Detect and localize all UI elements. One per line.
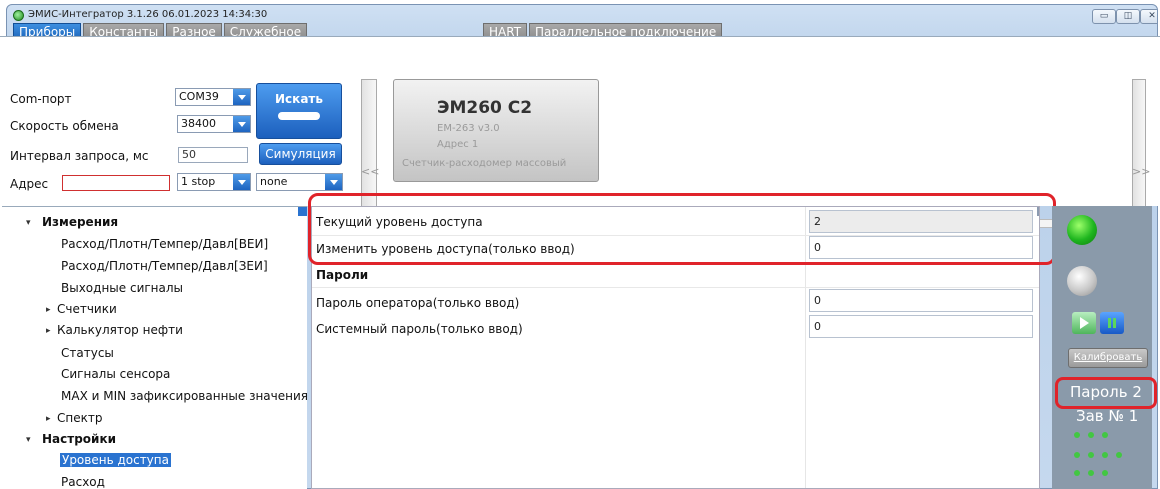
com-port-value: COM39: [179, 90, 219, 103]
indicator-dot: [1074, 470, 1080, 476]
tree-item-statuses[interactable]: Статусы: [61, 346, 114, 360]
stop-bits-select[interactable]: 1 stop: [177, 173, 251, 191]
indicator-dot: [1088, 452, 1094, 458]
chevron-down-icon: [233, 174, 250, 190]
minimize-button[interactable]: ▭: [1092, 9, 1116, 24]
indicator-dot: [1102, 470, 1108, 476]
parity-value: none: [260, 175, 288, 188]
pause-icon: [1108, 318, 1111, 328]
operator-password-label: Пароль оператора(только ввод): [316, 296, 520, 310]
indicator-dot: [1088, 470, 1094, 476]
play-button[interactable]: [1072, 312, 1096, 334]
address-input[interactable]: [62, 175, 170, 191]
system-password-label: Системный пароль(только ввод): [316, 322, 523, 336]
operator-password-input[interactable]: 0: [809, 289, 1033, 312]
app-logo-icon: [13, 10, 24, 21]
poll-interval-input[interactable]: 50: [178, 147, 248, 163]
tree-item-max-min[interactable]: MAX и MIN зафиксированные значения: [61, 389, 307, 403]
indicator-dot: [1074, 432, 1080, 438]
access-level-highlight: [308, 193, 1056, 265]
window-title: ЭМИС-Интегратор 3.1.26 06.01.2023 14:34:…: [28, 9, 268, 20]
system-password-input[interactable]: 0: [809, 315, 1033, 338]
tree-item-oil-calculator[interactable]: Калькулятор нефти: [57, 323, 183, 337]
indicator-dot: [1074, 452, 1080, 458]
calibrate-button[interactable]: Калибровать: [1068, 348, 1148, 368]
chevron-down-icon: [233, 116, 250, 132]
row-divider: [312, 287, 1039, 288]
scroll-right-arrow[interactable]: >>: [1132, 165, 1150, 178]
baud-rate-label: Скорость обмена: [10, 119, 119, 133]
com-port-select[interactable]: COM39: [175, 88, 251, 106]
maximize-button[interactable]: ◫: [1116, 9, 1140, 24]
device-card[interactable]: ЭМ260 С2 EM-263 v3.0 Адрес 1 Счетчик-рас…: [393, 79, 599, 182]
device-model: EM-263 v3.0: [437, 123, 500, 134]
search-button[interactable]: Искать: [256, 83, 342, 139]
tree-scroll-up-icon[interactable]: [298, 207, 307, 216]
connection-toolbar: Com-порт COM39 Скорость обмена 38400 Инт…: [0, 36, 1160, 229]
parity-select[interactable]: none: [256, 173, 343, 191]
chevron-down-icon: [233, 89, 250, 105]
baud-rate-value: 38400: [181, 117, 216, 130]
password-highlight: [1055, 377, 1157, 409]
com-port-label: Com-порт: [10, 92, 72, 106]
device-description: Счетчик-расходомер массовый: [402, 158, 567, 169]
expand-icon[interactable]: ▸: [46, 326, 51, 336]
collapse-icon[interactable]: ▾: [26, 218, 31, 228]
tree-group-settings[interactable]: Настройки: [42, 432, 116, 446]
stop-bits-value: 1 stop: [181, 175, 216, 188]
connection-led-inactive: [1067, 266, 1097, 296]
expand-icon[interactable]: ▸: [46, 414, 51, 424]
simulation-button[interactable]: Симуляция: [259, 143, 342, 165]
device-name: ЭМ260 С2: [437, 98, 533, 118]
pause-button[interactable]: [1100, 312, 1124, 334]
tree-item-sensor-signals[interactable]: Сигналы сенсора: [61, 367, 170, 381]
search-button-label: Искать: [275, 92, 323, 106]
close-button[interactable]: ✕: [1140, 9, 1157, 24]
indicator-dot: [1088, 432, 1094, 438]
tree-item-access-level[interactable]: Уровень доступа: [60, 453, 171, 467]
tree-group-measurements[interactable]: Измерения: [42, 215, 118, 229]
device-address: Адрес 1: [437, 139, 479, 150]
indicator-dot: [1102, 432, 1108, 438]
collapse-icon[interactable]: ▾: [26, 435, 31, 445]
play-icon: [1080, 317, 1089, 329]
serial-status: Зав № 1: [1076, 407, 1139, 425]
navigation-tree: ▾ Измерения Расход/Плотн/Темпер/Давл[ВЕИ…: [2, 206, 307, 489]
baud-rate-select[interactable]: 38400: [177, 115, 251, 133]
connection-led-active: [1067, 215, 1097, 245]
tree-item-flow-vei[interactable]: Расход/Плотн/Темпер/Давл[ВЕИ]: [61, 237, 268, 251]
passwords-section-title: Пароли: [316, 268, 369, 282]
tree-item-spectrum[interactable]: Спектр: [57, 411, 102, 425]
tree-item-counters[interactable]: Счетчики: [57, 302, 117, 316]
indicator-dot: [1116, 452, 1122, 458]
poll-interval-label: Интервал запроса, мс: [10, 149, 149, 163]
tree-item-flow[interactable]: Расход: [61, 475, 105, 489]
tree-item-outputs[interactable]: Выходные сигналы: [61, 281, 183, 295]
expand-icon[interactable]: ▸: [46, 305, 51, 315]
address-label: Адрес: [10, 177, 49, 191]
scroll-left-arrow[interactable]: <<: [361, 165, 379, 178]
chevron-down-icon: [325, 174, 342, 190]
search-progress-icon: [278, 112, 320, 120]
tree-item-flow-zei[interactable]: Расход/Плотн/Темпер/Давл[ЗЕИ]: [61, 259, 268, 273]
indicator-dot: [1102, 452, 1108, 458]
